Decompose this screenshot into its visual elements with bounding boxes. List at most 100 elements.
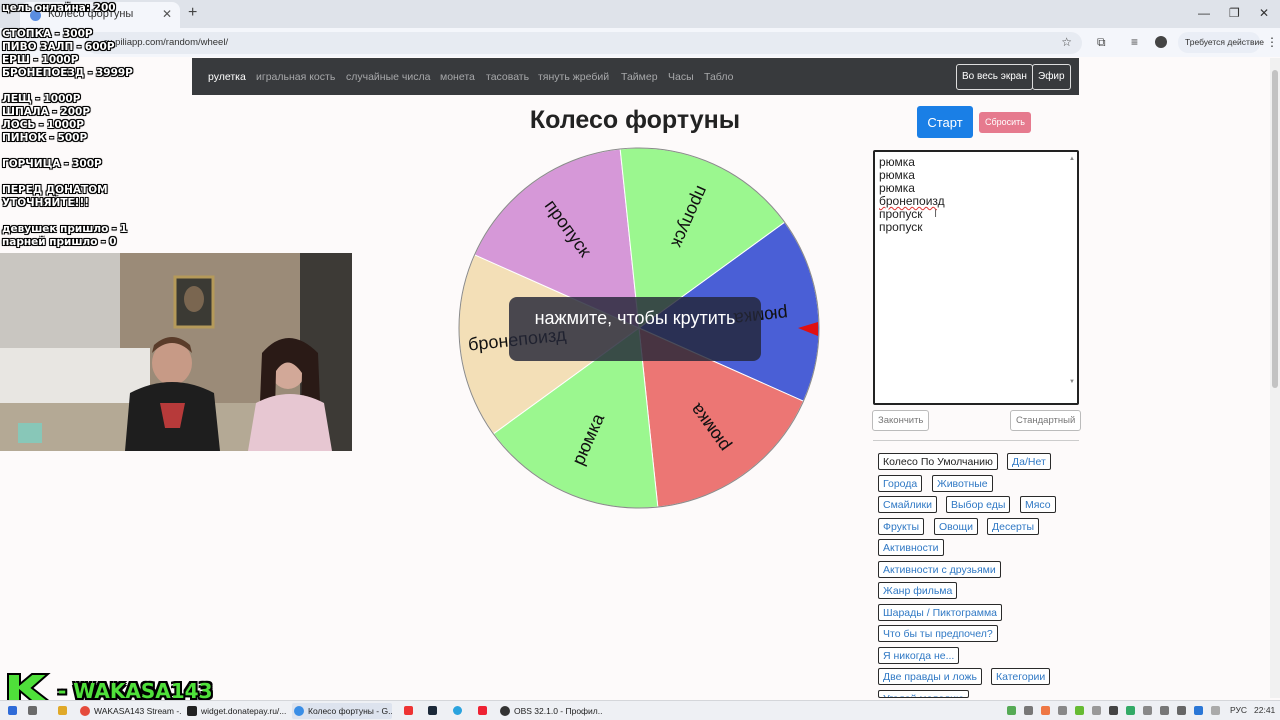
textarea-scroll-down-icon[interactable]: ▼: [1069, 376, 1075, 389]
spin-hint-overlay[interactable]: нажмите, чтобы крутить: [509, 297, 761, 361]
standard-button[interactable]: Стандартный: [1010, 410, 1082, 431]
obs-icon: [500, 706, 510, 716]
taskbar-item-obs[interactable]: OBS 32.1.0 - Профил...: [498, 703, 602, 719]
profile-avatar-icon[interactable]: [1155, 36, 1167, 48]
taskbar-item-wheel[interactable]: Колесо фортуны - G...: [292, 703, 392, 719]
entries-textarea[interactable]: рюмка рюмка рюмка бронепоизд пропуск пропуск …: [873, 150, 1079, 405]
preset-button[interactable]: Выбор еды: [946, 496, 1011, 513]
new-tab-icon[interactable]: +: [188, 4, 197, 22]
site-navbar: рулетка игральная кость случайные числа …: [192, 58, 1079, 95]
preset-button[interactable]: Смайлики: [878, 496, 937, 513]
preset-button[interactable]: Что бы ты предпочел?: [878, 625, 998, 642]
nav-link-timer[interactable]: Таймер: [621, 71, 658, 83]
yandex-browser-icon[interactable]: [478, 706, 487, 715]
taskbar-item-stream[interactable]: WAKASA143 Stream -...: [78, 703, 182, 719]
window-close-icon[interactable]: ✕: [1259, 6, 1269, 20]
tray-app-icon[interactable]: [1109, 706, 1118, 715]
tab-close-icon[interactable]: ✕: [162, 7, 172, 21]
preset-button[interactable]: Активности с друзьями: [878, 560, 1001, 578]
preset-button[interactable]: Фрукты: [878, 517, 925, 535]
page-scrollbar[interactable]: [1270, 58, 1280, 698]
clock[interactable]: 22:41: [1254, 705, 1275, 715]
volume-icon[interactable]: [1177, 706, 1186, 715]
start-button[interactable]: Старт: [917, 106, 973, 138]
tray-app-icon[interactable]: [1126, 706, 1135, 715]
nav-link-scoreboard[interactable]: Табло: [704, 71, 733, 83]
preset-button[interactable]: Я никогда не...: [878, 646, 960, 664]
overlay-spacer: [2, 171, 133, 184]
tray-app-icon[interactable]: [1092, 706, 1101, 715]
preset-button[interactable]: Города: [878, 474, 923, 492]
file-explorer-icon[interactable]: [58, 706, 67, 715]
scrollbar-thumb[interactable]: [1272, 70, 1278, 388]
reset-button[interactable]: Сбросить: [979, 112, 1031, 133]
steam-icon[interactable]: [428, 706, 437, 715]
nav-link-draw-lots[interactable]: тянуть жребий: [538, 71, 609, 83]
browser-toolbar: ru.piliapp.com/random/wheel/ ☆ ⧉ ≡ Требу…: [0, 28, 1280, 57]
restore-icon[interactable]: ❐: [1229, 6, 1240, 20]
extensions-icon[interactable]: ⧉: [1097, 35, 1106, 50]
overlay-line: ЛОСЬ - 1000Р: [2, 119, 84, 131]
browser-menu-icon[interactable]: ⋮: [1266, 35, 1278, 49]
broadcast-button[interactable]: Эфир: [1032, 64, 1071, 90]
search-icon[interactable]: [28, 706, 37, 715]
overlay-line: ГОРЧИЦА - 300Р: [2, 158, 102, 170]
preset-button[interactable]: Овощи: [934, 517, 978, 535]
action-required-button[interactable]: Требуется действие: [1178, 32, 1264, 53]
browser-tabstrip: Колесо фортуны ✕ + — ❐ ✕: [0, 0, 1280, 28]
media-controls-icon[interactable]: ≡: [1131, 35, 1138, 49]
tray-app-icon[interactable]: [1007, 706, 1016, 715]
taskbar-item-donatepay[interactable]: widget.donatepay.ru/...: [185, 703, 287, 719]
finish-button[interactable]: Закончить: [872, 410, 930, 431]
chrome-icon: [80, 706, 90, 716]
textarea-scroll-up-icon[interactable]: ▲: [1069, 153, 1075, 166]
nav-link-coin[interactable]: монета: [440, 71, 475, 83]
tray-app-icon[interactable]: [1041, 706, 1050, 715]
nav-link-clock[interactable]: Часы: [668, 71, 694, 83]
nav-link-dice[interactable]: игральная кость: [256, 71, 335, 83]
nav-link-random-numbers[interactable]: случайные числа: [346, 71, 430, 83]
preset-button[interactable]: Десерты: [987, 517, 1040, 535]
overlay-spacer: [2, 15, 133, 28]
overlay-line: СТОПКА - 300Р: [2, 28, 93, 40]
webcam-feed: [0, 253, 352, 451]
tray-app-icon[interactable]: [1143, 706, 1152, 715]
preset-button[interactable]: Колесо По Умолчанию: [878, 453, 998, 470]
preset-button[interactable]: Шарады / Пиктограмма: [878, 603, 1003, 621]
overlay-line: ПИВО ЗАЛП - 600Р: [2, 41, 115, 53]
preset-button[interactable]: Да/Нет: [1007, 453, 1051, 470]
taskbar-item-label: WAKASA143 Stream -...: [94, 706, 182, 716]
overlay-line: БРОНЕПОЕЗД - 3999Р: [2, 67, 133, 79]
nav-link-roulette[interactable]: рулетка: [208, 71, 246, 83]
bookmark-star-icon[interactable]: ☆: [1061, 35, 1072, 49]
minimize-icon[interactable]: —: [1198, 6, 1210, 20]
preset-button[interactable]: Категории: [991, 668, 1051, 685]
preset-button[interactable]: Две правды и ложь: [878, 668, 982, 685]
overlay-spacer: [2, 80, 133, 93]
entry-line: пропуск: [879, 220, 923, 234]
bluetooth-icon[interactable]: [1194, 706, 1203, 715]
nvidia-icon[interactable]: [1075, 706, 1084, 715]
preset-button[interactable]: Угадай мелодию: [878, 689, 969, 698]
start-menu-icon[interactable]: [8, 706, 17, 715]
spin-hint-text: нажмите, чтобы крутить: [534, 308, 736, 328]
tray-app-icon[interactable]: [1024, 706, 1033, 715]
preset-button[interactable]: Животные: [932, 474, 993, 492]
chevron-up-icon[interactable]: [1211, 706, 1220, 715]
network-icon[interactable]: [1160, 706, 1169, 715]
overlay-line: девушек пришло - 1: [2, 223, 128, 235]
language-indicator[interactable]: РУС: [1230, 705, 1247, 715]
address-bar[interactable]: ru.piliapp.com/random/wheel/ ☆: [86, 32, 1082, 54]
preset-button[interactable]: Активности: [878, 539, 944, 556]
stream-donation-overlay: цель онлайна: 200 СТОПКА - 300Р ПИВО ЗАЛП …: [2, 2, 133, 249]
overlay-line: ЛЕЩ - 1000Р: [2, 93, 81, 105]
telegram-icon[interactable]: [453, 706, 462, 715]
overlay-line: УТОЧНЯЙТЕ!!!: [2, 197, 90, 209]
nav-link-shuffle[interactable]: тасовать: [486, 71, 529, 83]
preset-button[interactable]: Жанр фильма: [878, 582, 958, 599]
tray-app-icon[interactable]: [1058, 706, 1067, 715]
preset-button[interactable]: Мясо: [1020, 496, 1056, 513]
fullscreen-button[interactable]: Во весь экран: [956, 64, 1033, 90]
donatepay-icon: [187, 706, 197, 716]
yandex-icon[interactable]: [404, 706, 413, 715]
